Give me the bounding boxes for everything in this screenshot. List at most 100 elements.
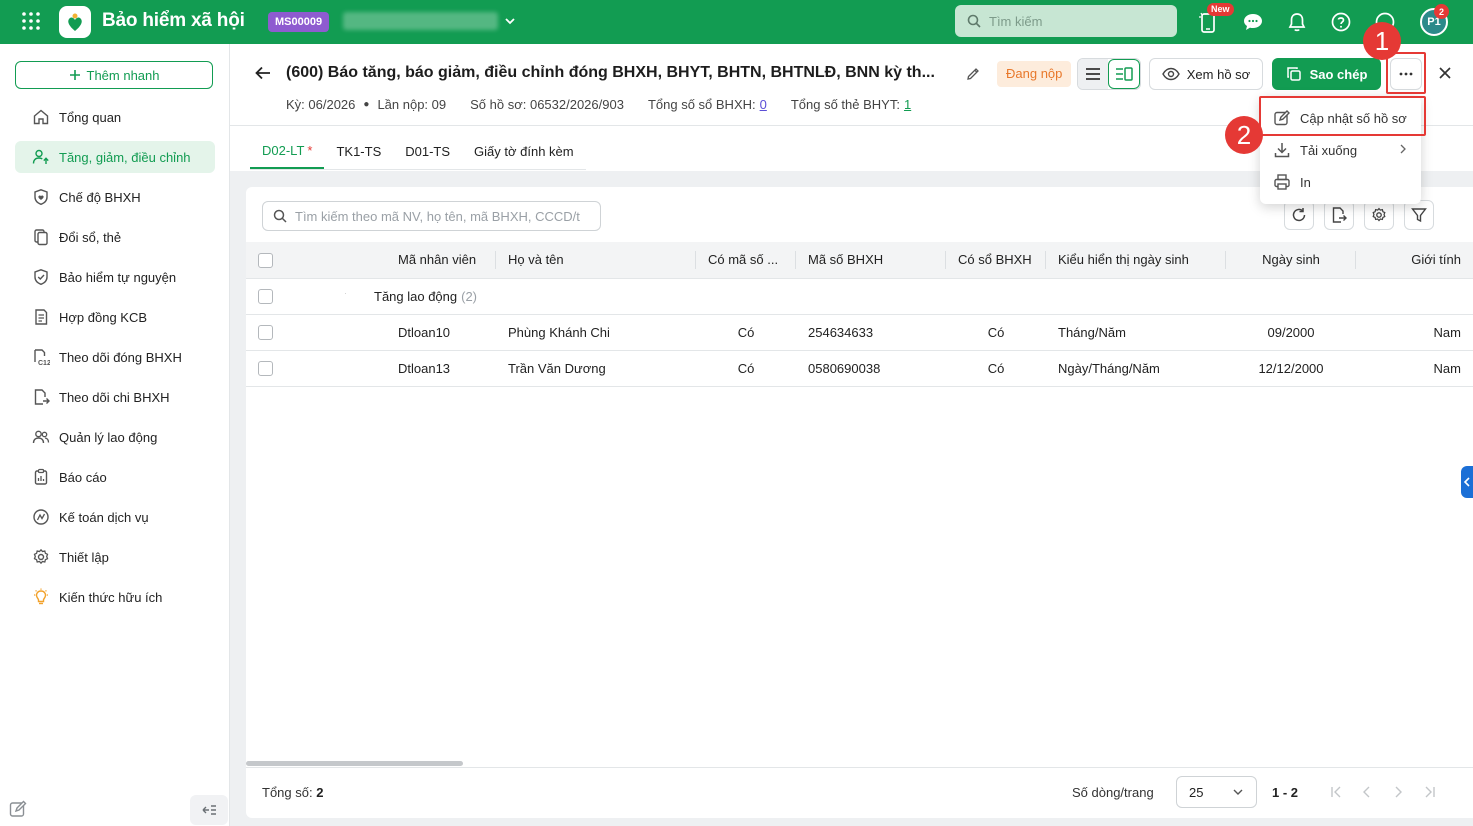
next-page-icon[interactable] <box>1390 784 1406 800</box>
copy-icon <box>1286 66 1302 82</box>
sidebar-item-increase-decrease[interactable]: Tăng, giảm, điều chỉnh <box>15 141 215 173</box>
employee-table-card: Mã nhân viên Họ và tên Có mã số ... Mã s… <box>246 187 1473 818</box>
highlight-more-button <box>1386 52 1426 94</box>
tab-tk1-ts[interactable]: TK1-TS <box>324 134 393 169</box>
report-icon <box>31 467 51 487</box>
chat-icon[interactable] <box>1241 10 1265 34</box>
quick-add-label: Thêm nhanh <box>86 67 160 83</box>
group-label[interactable]: Tăng lao động <box>374 289 457 304</box>
sidebar-item-bhxh-regime[interactable]: Chế độ BHXH <box>15 181 215 213</box>
pencil-icon[interactable] <box>965 66 981 82</box>
has-code-cell: Có <box>696 314 796 351</box>
back-arrow-icon[interactable] <box>254 64 272 82</box>
rows-per-page-select[interactable]: 25 <box>1176 776 1257 808</box>
refresh-button[interactable] <box>1284 200 1314 230</box>
accounting-icon <box>31 507 51 527</box>
c12-icon: C12 <box>31 347 51 367</box>
plus-icon <box>69 69 81 81</box>
quick-add-button[interactable]: Thêm nhanh <box>15 61 213 89</box>
total-bhxh-label: Tổng số sổ BHXH: <box>647 97 756 112</box>
select-all-checkbox[interactable] <box>258 252 273 268</box>
global-search-input[interactable] <box>989 13 1169 29</box>
first-page-icon[interactable] <box>1328 784 1344 800</box>
column-header[interactable]: Kiểu hiển thị ngày sinh <box>1046 242 1226 279</box>
last-page-icon[interactable] <box>1422 784 1438 800</box>
group-checkbox[interactable] <box>258 289 273 305</box>
dob-cell: 09/2000 <box>1226 314 1356 351</box>
column-header[interactable]: Có sổ BHXH <box>946 242 1046 279</box>
chevron-down-icon[interactable] <box>503 14 517 28</box>
column-header[interactable]: Mã nhân viên <box>346 242 496 279</box>
list-view-button[interactable] <box>1078 59 1108 89</box>
full-name-cell: Trần Văn Dương <box>496 350 696 387</box>
table-header-row: Mã nhân viên Họ và tên Có mã số ... Mã s… <box>246 242 1473 279</box>
apps-grid-icon[interactable] <box>21 11 41 31</box>
download-menu-item[interactable]: Tải xuống <box>1260 134 1421 166</box>
expand-right-panel-tab[interactable] <box>1461 466 1473 498</box>
filter-button[interactable] <box>1404 200 1434 230</box>
table-row[interactable]: Dtloan13 Trần Văn Dương Có 0580690038 Có… <box>246 350 1473 387</box>
feedback-edit-icon[interactable] <box>8 799 30 821</box>
sidebar-item-kcb-contract[interactable]: Hợp đồng KCB <box>15 301 215 333</box>
column-header[interactable]: Có mã số ... <box>696 242 796 279</box>
copy-button[interactable]: Sao chép <box>1272 58 1381 90</box>
table-search[interactable] <box>262 201 601 231</box>
bell-icon[interactable] <box>1285 10 1309 34</box>
global-search[interactable] <box>955 5 1177 37</box>
column-header[interactable]: Ngày sinh <box>1226 242 1356 279</box>
sidebar-item-useful-knowledge[interactable]: Kiến thức hữu ích <box>15 581 215 613</box>
tab-attachments[interactable]: Giấy tờ đính kèm <box>462 134 586 169</box>
sidebar-item-track-payment[interactable]: C12 Theo dõi đóng BHXH <box>15 341 215 373</box>
sidebar-item-settings[interactable]: Thiết lập <box>15 541 215 573</box>
total-bhyt-label: Tổng số thẻ BHYT: <box>790 97 900 112</box>
svg-text:C12: C12 <box>38 360 50 366</box>
sidebar-item-track-expenses[interactable]: Theo dõi chi BHXH <box>15 381 215 413</box>
collapse-sidebar-button[interactable] <box>190 795 228 825</box>
period-text: Kỳ: 06/2026 <box>286 97 356 112</box>
export-button[interactable] <box>1324 200 1354 230</box>
sidebar-item-label: Thiết lập <box>59 549 109 565</box>
app-logo-icon[interactable] <box>59 6 91 38</box>
split-view-button[interactable] <box>1108 59 1140 89</box>
column-settings-button[interactable] <box>1364 200 1394 230</box>
sidebar-item-accounting-service[interactable]: Kế toán dịch vụ <box>15 501 215 533</box>
app-title[interactable]: Bảo hiểm xã hội <box>102 10 245 32</box>
sidebar-item-overview[interactable]: Tổng quan <box>15 101 215 133</box>
table-search-input[interactable] <box>295 208 595 224</box>
tab-label: TK1-TS <box>336 144 382 159</box>
company-name-blurred[interactable] <box>343 12 498 30</box>
prev-page-icon[interactable] <box>1359 784 1375 800</box>
tab-label: D02-LT <box>262 143 305 158</box>
close-icon[interactable] <box>1436 64 1454 82</box>
sidebar-item-labor-management[interactable]: Quản lý lao động <box>15 421 215 453</box>
help-icon[interactable] <box>1329 10 1353 34</box>
sidebar-item-label: Báo cáo <box>59 469 107 485</box>
horizontal-scrollbar[interactable] <box>246 761 463 766</box>
column-header[interactable]: Họ và tên <box>496 242 696 279</box>
chevron-right-icon <box>1397 143 1409 155</box>
sidebar-item-voluntary-insurance[interactable]: Bảo hiểm tự nguyện <box>15 261 215 293</box>
dob-cell: 12/12/2000 <box>1226 350 1356 387</box>
total-bhxh-link[interactable]: 0 <box>760 97 767 112</box>
column-header[interactable]: Mã số BHXH <box>796 242 946 279</box>
sidebar-item-book-card-exchange[interactable]: Đổi sổ, thẻ <box>15 221 215 253</box>
tab-d01-ts[interactable]: D01-TS <box>393 134 462 169</box>
sidebar-item-reports[interactable]: Báo cáo <box>15 461 215 493</box>
row-checkbox[interactable] <box>258 325 273 341</box>
view-record-button[interactable]: Xem hồ sơ <box>1149 58 1263 90</box>
chevron-down-icon[interactable] <box>344 289 346 301</box>
table-row[interactable]: Dtloan10 Phùng Khánh Chi Có 254634633 Có… <box>246 314 1473 351</box>
group-row: Tăng lao động (2) <box>246 278 1473 315</box>
chevron-down-icon <box>1232 786 1244 798</box>
gear-icon <box>31 547 51 567</box>
print-menu-item[interactable]: In <box>1260 166 1421 198</box>
menu-item-label: In <box>1300 174 1311 190</box>
column-header[interactable]: Giới tính <box>1356 242 1473 279</box>
menu-item-label: Tải xuống <box>1300 142 1358 158</box>
home-icon <box>31 107 51 127</box>
total-bhyt-link[interactable]: 1 <box>904 97 911 112</box>
sidebar-item-label: Tổng quan <box>59 109 122 125</box>
view-record-label: Xem hồ sơ <box>1186 66 1251 82</box>
tab-d02-lt[interactable]: D02-LT * <box>250 134 325 169</box>
row-checkbox[interactable] <box>258 361 273 377</box>
